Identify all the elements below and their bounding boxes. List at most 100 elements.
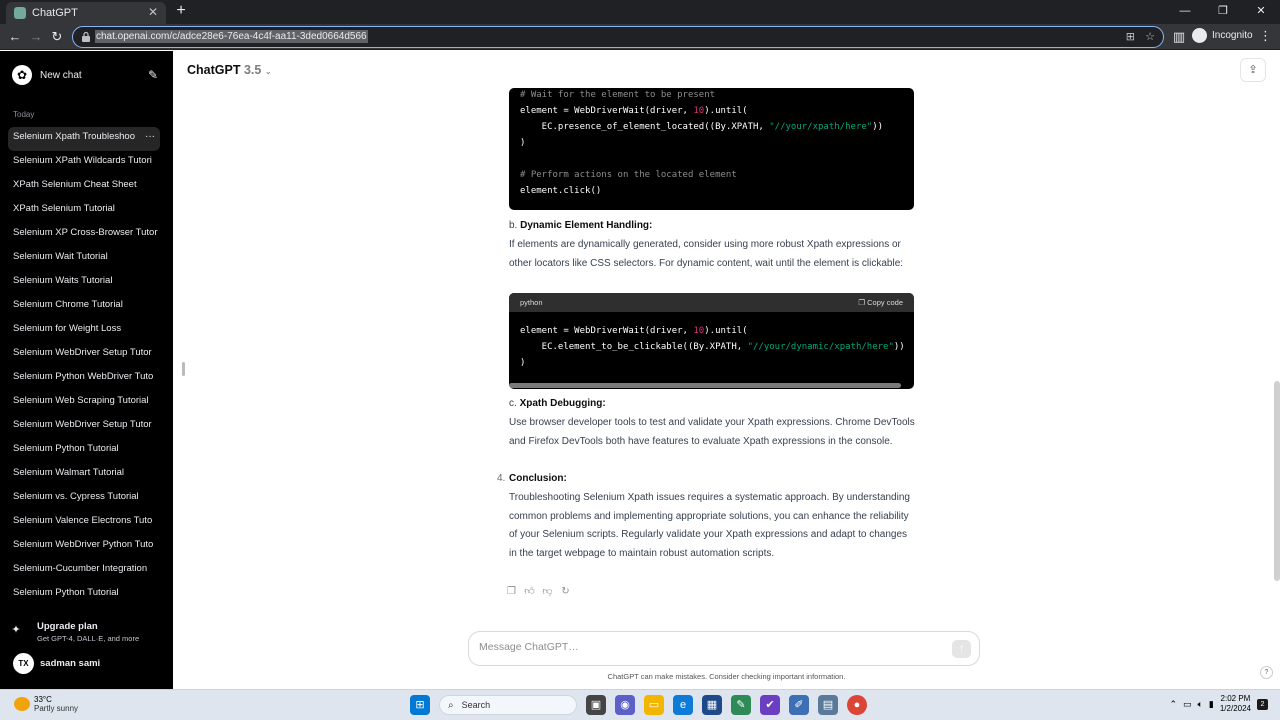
more-options-icon[interactable]: ··· — [141, 127, 155, 147]
address-bar[interactable]: chat.openai.com/c/adce28e6-76ea-4c4f-aa1… — [72, 26, 1164, 48]
clock[interactable]: 2:02 PM 1/2/2024 — [1220, 694, 1251, 714]
screen-tool-icon[interactable]: ▤ — [818, 695, 838, 715]
code-block-clickable: python ❐ Copy code element = WebDriverWa… — [509, 293, 914, 389]
tab-close-icon[interactable]: ✕ — [148, 5, 158, 19]
chat-history-item[interactable]: Selenium Chrome Tutorial — [8, 295, 160, 319]
chat-history-item[interactable]: Selenium-Cucumber Integration — [8, 559, 160, 583]
upgrade-subtitle: Get GPT-4, DALL·E, and more — [37, 634, 140, 643]
code-line: # Wait for the element to be present — [520, 90, 715, 100]
file-explorer-icon[interactable]: ▭ — [644, 695, 664, 715]
weather-widget[interactable]: 33°C Partly sunny — [14, 695, 78, 713]
chat-history-item[interactable]: Selenium WebDriver Setup Tutor — [8, 343, 160, 367]
help-button[interactable]: ? — [1260, 666, 1273, 679]
browser-menu-icon[interactable]: ⋮ — [1259, 28, 1272, 44]
regenerate-icon[interactable]: ↻ — [560, 586, 571, 597]
code-horizontal-scrollbar[interactable] — [509, 383, 901, 388]
chat-history-item[interactable]: XPath Selenium Tutorial — [8, 199, 160, 223]
windows-start-icon[interactable]: ⊞ — [410, 695, 430, 715]
taskbar-search[interactable]: ⌕ Search — [439, 695, 577, 715]
bookmark-star-icon[interactable]: ☆ — [1145, 30, 1155, 43]
site-info-icon[interactable] — [81, 31, 91, 43]
copy-code-button[interactable]: ❐ Copy code — [858, 293, 903, 312]
forward-arrow-icon[interactable]: → — [27, 28, 45, 46]
store-icon[interactable]: ▦ — [702, 695, 722, 715]
task-view-icon[interactable]: ▣ — [586, 695, 606, 715]
vpn-app-icon[interactable]: ✔ — [760, 695, 780, 715]
chat-history-item[interactable]: Selenium XPath Wildcards Tutori — [8, 151, 160, 175]
chevron-up-icon[interactable]: ⌃ — [1169, 699, 1177, 710]
notification-badge[interactable]: 2 — [1257, 698, 1268, 710]
code-line: EC.presence_of_element_located((By.XPATH… — [520, 122, 883, 132]
copy-icon[interactable]: ❐ — [506, 586, 517, 597]
thumbs-down-icon[interactable]: 👎︎ — [542, 586, 553, 597]
display-icon[interactable]: ▭ — [1183, 699, 1192, 710]
message-composer: ↑ — [468, 631, 980, 666]
code-line: element = WebDriverWait(driver, 10).unti… — [520, 106, 748, 116]
weather-condition: Partly sunny — [34, 704, 79, 713]
send-button[interactable]: ↑ — [952, 640, 971, 658]
chat-history-item[interactable]: Selenium Waits Tutorial — [8, 271, 160, 295]
message-input[interactable] — [479, 641, 929, 653]
chat-history-item[interactable]: Selenium Python WebDriver Tuto — [8, 367, 160, 391]
incognito-profile[interactable]: Incognito — [1192, 28, 1253, 43]
chat-history-item[interactable]: Selenium Xpath Troubleshoo ··· — [8, 127, 160, 151]
code-line: element.click() — [520, 186, 601, 196]
browser-toolbar: ← → ↻ chat.openai.com/c/adce28e6-76ea-4c… — [0, 24, 1280, 50]
copy-code-label: Copy code — [867, 298, 903, 307]
chat-history-item[interactable]: Selenium Python Tutorial — [8, 439, 160, 463]
volume-icon[interactable]: 🔈︎ — [1198, 699, 1203, 710]
chat-history-item[interactable]: XPath Selenium Cheat Sheet — [8, 175, 160, 199]
chat-history-item[interactable]: Selenium Python Tutorial — [8, 583, 160, 607]
code-language: python — [520, 298, 543, 307]
battery-icon[interactable]: ▮ — [1209, 699, 1214, 710]
thumbs-up-icon[interactable]: 👍︎ — [524, 586, 535, 597]
temperature: 33°C — [34, 695, 52, 704]
chat-app-icon[interactable]: ◉ — [615, 695, 635, 715]
url-text[interactable]: chat.openai.com/c/adce28e6-76ea-4c4f-aa1… — [95, 30, 368, 43]
section-c-heading: Xpath Debugging: — [519, 398, 606, 409]
compose-icon[interactable]: ✎ — [148, 68, 158, 82]
chat-history-item[interactable]: Selenium WebDriver Setup Tutor — [8, 415, 160, 439]
edge-browser-icon[interactable]: e — [673, 695, 693, 715]
code-token: EC.presence_of_element_located((By.XPATH… — [520, 122, 770, 132]
minimize-button[interactable]: — — [1166, 0, 1204, 24]
maximize-button[interactable]: ❐ — [1204, 0, 1242, 24]
back-arrow-icon[interactable]: ← — [6, 28, 24, 46]
sidebar-toggle-handle[interactable] — [182, 362, 185, 376]
editor-app-icon[interactable]: ✐ — [789, 695, 809, 715]
browser-tab[interactable]: ChatGPT ✕ — [6, 2, 166, 24]
taskbar-apps: ⊞ ⌕ Search ▣ ◉ ▭ e ▦ ✎ ✔ ✐ ▤ ● — [410, 695, 867, 715]
model-selector[interactable]: ChatGPT 3.5 ⌄ — [187, 63, 272, 77]
share-button[interactable]: ⇪ — [1240, 58, 1266, 82]
chat-history-item[interactable]: Selenium for Weight Loss — [8, 319, 160, 343]
chat-history-label: Selenium WebDriver Setup Tutor — [13, 347, 152, 358]
chat-history-item[interactable]: Selenium Web Scraping Tutorial — [8, 391, 160, 415]
chat-history-item[interactable]: Selenium WebDriver Python Tuto — [8, 535, 160, 559]
disclaimer: ChatGPT can make mistakes. Consider chec… — [607, 672, 846, 681]
main-scrollbar[interactable] — [1274, 381, 1280, 581]
code-token: ) — [520, 138, 526, 148]
chrome-icon[interactable]: ● — [847, 695, 867, 715]
chat-history-item[interactable]: Selenium Valence Electrons Tuto — [8, 511, 160, 535]
close-window-button[interactable]: ✕ — [1242, 0, 1280, 24]
model-version: 3.5 — [243, 63, 262, 77]
code-line: EC.element_to_be_clickable((By.XPATH, "/… — [520, 342, 905, 352]
chat-history-item[interactable]: Selenium vs. Cypress Tutorial — [8, 487, 160, 511]
new-chat-button[interactable]: ✿ New chat ✎ — [8, 63, 158, 87]
chat-history-item[interactable]: Selenium XP Cross-Browser Tutor — [8, 223, 160, 247]
upgrade-plan-button[interactable]: ✦ Upgrade plan Get GPT-4, DALL·E, and mo… — [8, 621, 163, 649]
code-line: element = WebDriverWait(driver, 10).unti… — [520, 326, 748, 336]
openai-logo-icon: ✿ — [12, 65, 32, 85]
code-token: # Perform actions on the located element — [520, 170, 737, 180]
code-line: # Perform actions on the located element — [520, 170, 737, 180]
side-panel-icon[interactable]: ▥ — [1170, 28, 1188, 46]
section-c-prefix: c. — [509, 398, 517, 409]
qr-code-icon[interactable]: ⊞ — [1126, 30, 1135, 43]
chat-history-item[interactable]: Selenium Wait Tutorial — [8, 247, 160, 271]
chat-history-item[interactable]: Selenium Walmart Tutorial — [8, 463, 160, 487]
user-menu[interactable]: TX sadman sami — [13, 653, 100, 674]
chat-history-label: XPath Selenium Cheat Sheet — [13, 179, 137, 190]
new-tab-button[interactable]: + — [172, 2, 190, 20]
reload-icon[interactable]: ↻ — [48, 28, 66, 46]
notepad-app-icon[interactable]: ✎ — [731, 695, 751, 715]
